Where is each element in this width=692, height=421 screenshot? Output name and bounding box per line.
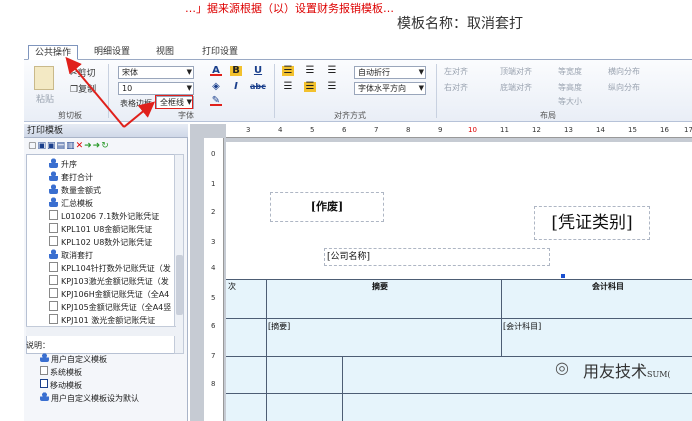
arrow-to-tab: [65, 56, 125, 128]
arrow-to-border-select: [123, 101, 156, 128]
annotation-arrows: [65, 56, 156, 128]
